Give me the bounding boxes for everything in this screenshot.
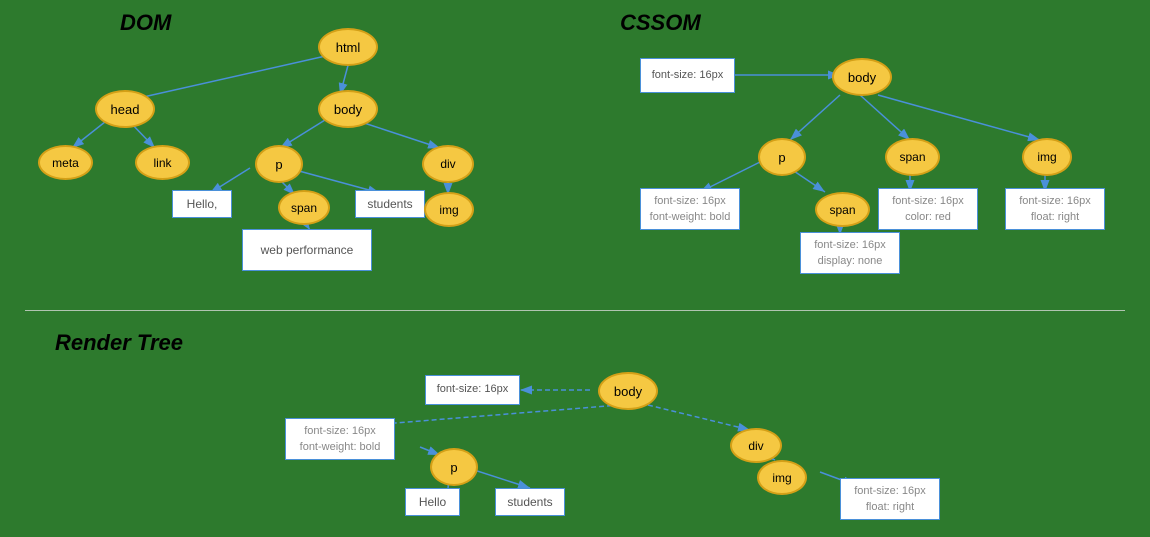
section-divider [25,310,1125,311]
dom-div-node: div [422,145,474,183]
render-hello-text: Hello [405,488,460,516]
cssom-img-node: img [1022,138,1072,176]
cssom-body-node: body [832,58,892,96]
render-img-node: img [757,460,807,495]
diagram-container: DOM CSSOM Render Tree html head body met… [0,0,1150,537]
dom-html-node: html [318,28,378,66]
cssom-p-node: p [758,138,806,176]
render-font-bold-rect: font-size: 16pxfont-weight: bold [285,418,395,460]
dom-body-node: body [318,90,378,128]
dom-span-node: span [278,190,330,225]
dom-p-node: p [255,145,303,183]
arrows-svg [0,0,1150,537]
render-p-node: p [430,448,478,486]
cssom-span-child-styles: font-size: 16pxdisplay: none [800,232,900,274]
render-float-right-rect: font-size: 16pxfloat: right [840,478,940,520]
cssom-span-node: span [885,138,940,176]
cssom-span-child-node: span [815,192,870,227]
dom-students-text: students [355,190,425,218]
render-tree-title: Render Tree [55,330,183,356]
cssom-p-styles: font-size: 16pxfont-weight: bold [640,188,740,230]
dom-img-node: img [424,192,474,227]
dom-meta-node: meta [38,145,93,180]
cssom-span-styles: font-size: 16pxcolor: red [878,188,978,230]
dom-title: DOM [120,10,171,36]
dom-link-node: link [135,145,190,180]
dom-head-node: head [95,90,155,128]
render-body-node: body [598,372,658,410]
render-font-size-top: font-size: 16px [425,375,520,405]
render-students-text: students [495,488,565,516]
dom-hello-text: Hello, [172,190,232,218]
cssom-title: CSSOM [620,10,701,36]
cssom-root-style: font-size: 16px [640,58,735,93]
render-div-node: div [730,428,782,463]
cssom-img-styles: font-size: 16pxfloat: right [1005,188,1105,230]
dom-web-performance-text: web performance [242,229,372,271]
